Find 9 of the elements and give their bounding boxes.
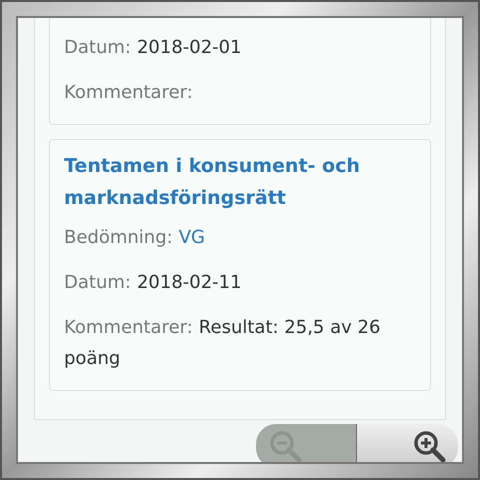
course-title-link[interactable]: Tentamen i konsument- och marknadsföringsrätt — [64, 150, 416, 214]
field-text: Bedömning: VG — [64, 226, 206, 250]
field-text: Kommentarer: — [64, 81, 194, 105]
field-text: Datum: 2018-02-11 — [64, 271, 243, 295]
zoom-out-icon — [268, 429, 302, 462]
zoom-in-icon — [412, 429, 446, 462]
zoom-in-button[interactable] — [357, 424, 458, 462]
field-text: Datum: 2018-02-01 — [64, 36, 243, 60]
field-text: Kommentarer: Resultat: 25,5 av 26 poäng — [64, 316, 382, 371]
